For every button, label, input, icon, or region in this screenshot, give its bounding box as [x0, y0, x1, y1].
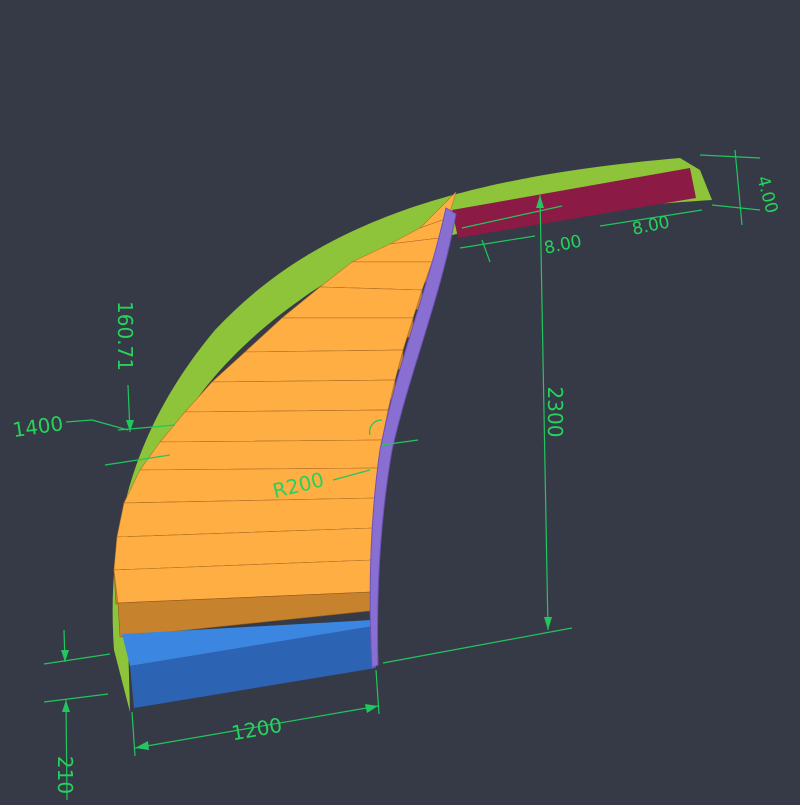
step-rise-label: 160.71	[113, 301, 137, 371]
cad-viewport[interactable]: 2300 1200 160.71 1400 R200 210 4.00 8.00…	[0, 0, 800, 801]
spiral-staircase-drawing: 2300 1200 160.71 1400 R200 210 4.00 8.00…	[0, 0, 800, 801]
tread-top	[123, 467, 379, 504]
tread-top	[139, 439, 383, 471]
tread-top	[184, 379, 396, 413]
height-label: 2300	[543, 387, 567, 438]
tread-top	[159, 409, 389, 443]
offset-label: 210	[53, 756, 77, 794]
